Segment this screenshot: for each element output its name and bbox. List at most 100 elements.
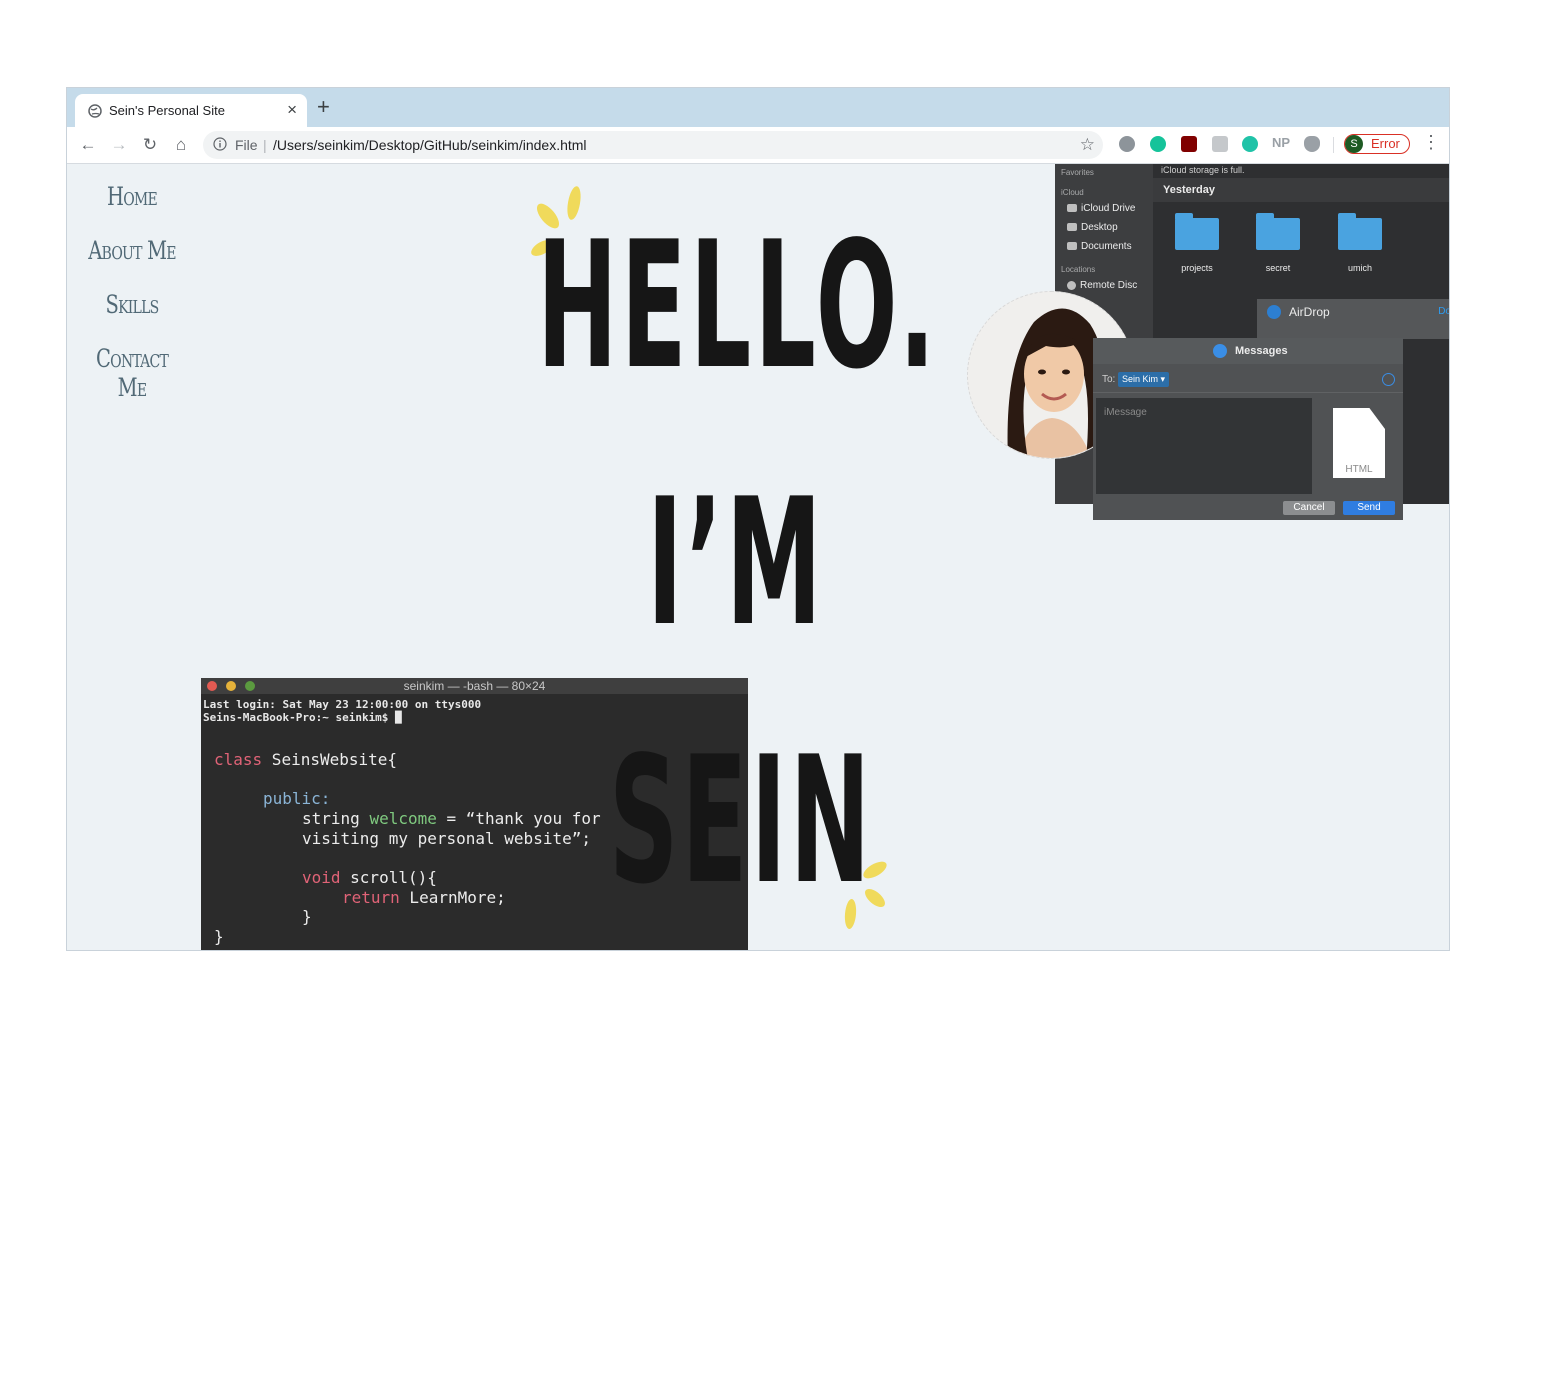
finder-item-icloud-drive[interactable]: iCloud Drive (1067, 203, 1135, 214)
nav-link-home[interactable]: Home (81, 182, 182, 211)
finder-group-header: Yesterday (1153, 178, 1449, 202)
hero-line-sein: SEIN (609, 720, 874, 923)
recipient-token[interactable]: Sein Kim ▾ (1118, 372, 1170, 387)
airdrop-label: AirDrop (1289, 305, 1330, 319)
code-text: SeinsWebsite{ (262, 750, 398, 769)
code-line-void: void scroll(){ (302, 868, 437, 887)
code-keyword: return (342, 888, 400, 907)
browser-toolbar: ← → ↻ ⌂ File | /Users/seinkim/Desktop/Gi… (67, 127, 1449, 164)
page-content: Home About Me Skills Contact Me HELLO. I… (67, 164, 1449, 950)
finder-item-desktop[interactable]: Desktop (1067, 222, 1118, 233)
finder-item-label: Desktop (1081, 222, 1118, 233)
messages-title: Messages (1235, 345, 1288, 357)
hero-line-im: I’M (647, 462, 826, 665)
terminal-prompt[interactable]: Seins-MacBook-Pro:~ seinkim$ █ (203, 711, 402, 724)
back-button[interactable]: ← (77, 134, 99, 156)
document-icon (1067, 242, 1077, 251)
forward-button[interactable]: → (108, 134, 130, 156)
folder-label-secret[interactable]: secret (1243, 263, 1313, 273)
message-input[interactable]: iMessage (1096, 398, 1312, 494)
bookmark-extension-icon[interactable] (1212, 136, 1228, 152)
disc-icon (1067, 280, 1076, 290)
close-icon[interactable]: × (287, 100, 297, 120)
np-extension-icon[interactable]: NP (1272, 135, 1290, 150)
cloud-icon (1067, 204, 1077, 213)
messages-share-dialog: Messages To: Sein Kim ▾ iMessage HTML Ca… (1093, 338, 1403, 520)
star-icon[interactable]: ☆ (1080, 135, 1095, 155)
file-attachment-icon: HTML (1333, 408, 1385, 478)
airdrop-action-button[interactable]: Do (1438, 306, 1449, 317)
folder-icon[interactable] (1338, 213, 1382, 250)
code-line-public: public: (263, 789, 331, 808)
terminal-title: seinkim — -bash — 80×24 (403, 679, 546, 693)
code-text: LearnMore; (399, 888, 506, 907)
code-line-class: class SeinsWebsite{ (214, 750, 397, 769)
teal-extension-icon[interactable] (1242, 136, 1258, 152)
url-text[interactable]: /Users/seinkim/Desktop/GitHub/seinkim/in… (273, 137, 587, 153)
code-line-return: return LearnMore; (342, 888, 506, 907)
code-keyword: void (302, 868, 341, 887)
ublock-extension-icon[interactable] (1181, 136, 1197, 152)
finder-group-label: Yesterday (1163, 184, 1215, 196)
icloud-storage-notice: iCloud storage is full. (1161, 165, 1245, 175)
code-keyword: class (214, 750, 263, 769)
nav-link-contact-me[interactable]: Contact Me (81, 344, 182, 402)
globe-icon (88, 104, 102, 118)
hero-line-hello: HELLO. (537, 205, 939, 408)
send-button[interactable]: Send (1343, 501, 1395, 515)
finder-item-documents[interactable]: Documents (1067, 241, 1132, 252)
message-placeholder: iMessage (1104, 407, 1147, 418)
folder-label-umich[interactable]: umich (1325, 263, 1395, 273)
info-icon[interactable] (213, 137, 227, 151)
messages-to-row: To: Sein Kim ▾ (1093, 366, 1403, 393)
attachment-type-label: HTML (1345, 464, 1373, 475)
new-tab-button[interactable]: + (317, 94, 330, 120)
avatar: S (1345, 135, 1363, 153)
finder-item-label: Remote Disc (1080, 280, 1138, 291)
code-line-inner-close: } (302, 907, 312, 926)
browser-window: Sein's Personal Site × + ← → ↻ ⌂ File | … (66, 87, 1450, 951)
tab-title: Sein's Personal Site (109, 103, 225, 118)
airdrop-panel[interactable]: AirDrop Do (1257, 299, 1449, 339)
home-button[interactable]: ⌂ (170, 134, 192, 156)
terminal-login-line: Last login: Sat May 23 12:00:00 on ttys0… (203, 698, 482, 711)
url-scheme: File (235, 137, 258, 153)
grammarly-extension-icon[interactable] (1150, 136, 1166, 152)
to-label: To: (1102, 374, 1116, 385)
finder-section-icloud: iCloud (1061, 188, 1084, 197)
nav-link-about-me[interactable]: About Me (81, 236, 182, 265)
terminal-titlebar: seinkim — -bash — 80×24 (201, 678, 748, 694)
nav-link-skills[interactable]: Skills (81, 290, 182, 319)
code-text: scroll(){ (340, 868, 437, 887)
code-text: = “thank you for (436, 809, 601, 828)
tab-active[interactable]: Sein's Personal Site × (75, 94, 307, 127)
code-line-string-cont: visiting my personal website”; (302, 829, 591, 848)
url-separator: | (263, 137, 267, 153)
desktop-icon (1067, 223, 1077, 232)
code-line-outer-close: } (214, 927, 224, 946)
more-menu-icon[interactable]: ⋮ (1422, 132, 1440, 153)
toolbar-divider (1333, 137, 1334, 153)
code-text: string (302, 809, 370, 828)
messages-titlebar: Messages (1093, 338, 1403, 364)
bug-extension-icon[interactable] (1304, 136, 1320, 152)
profile-error-button[interactable]: S Error (1344, 134, 1410, 154)
folder-icon[interactable] (1175, 213, 1219, 250)
address-bar[interactable]: File | /Users/seinkim/Desktop/GitHub/sei… (203, 131, 1103, 159)
tab-bar: Sein's Personal Site × + (67, 88, 1449, 127)
folder-icon[interactable] (1256, 213, 1300, 250)
finder-section-favorites: Favorites (1061, 168, 1094, 177)
messages-icon (1213, 344, 1227, 358)
finder-item-remote-disc[interactable]: Remote Disc (1067, 280, 1137, 291)
add-contact-icon[interactable] (1382, 373, 1395, 386)
finder-section-locations: Locations (1061, 265, 1096, 274)
finder-item-label: Documents (1081, 241, 1132, 252)
profile-status-label: Error (1371, 136, 1400, 151)
cancel-button[interactable]: Cancel (1283, 501, 1335, 515)
reload-button[interactable]: ↻ (139, 134, 161, 156)
finder-item-label: iCloud Drive (1081, 203, 1136, 214)
code-variable: welcome (369, 809, 437, 828)
code-line-string: string welcome = “thank you for (302, 809, 601, 828)
skype-extension-icon[interactable] (1119, 136, 1135, 152)
folder-label-projects[interactable]: projects (1162, 263, 1232, 273)
